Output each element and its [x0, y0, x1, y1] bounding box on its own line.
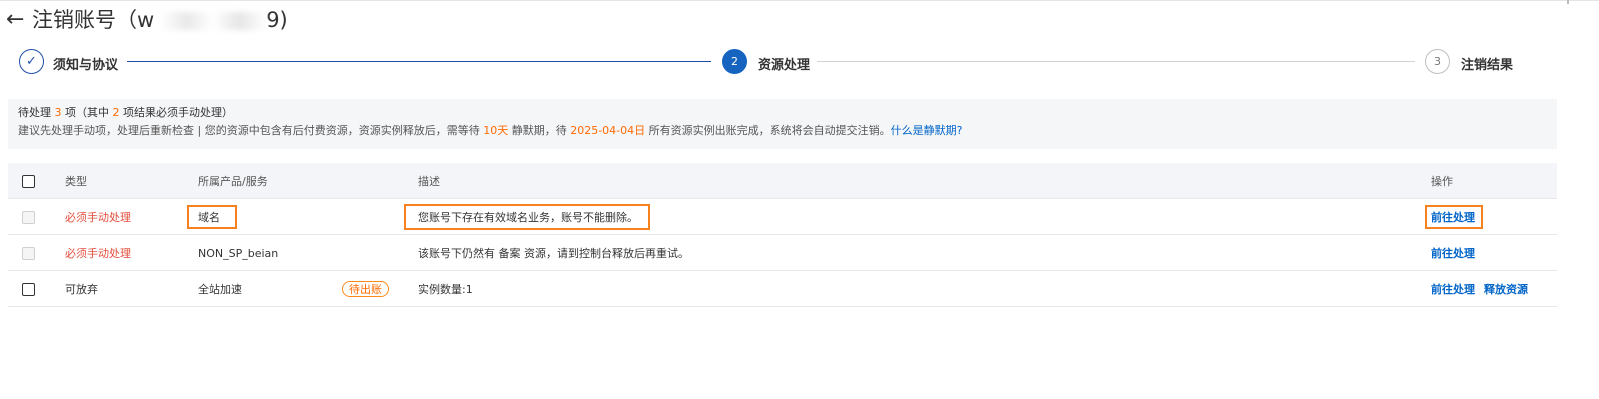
row-checkbox-cell: [22, 271, 35, 307]
pending-notice: 待处理 3 项（其中 2 项结果必须手动处理） 建议先处理手动项，处理后重新检查…: [8, 99, 1557, 149]
table-header: 类型 所属产品/服务 描述 操作: [8, 163, 1557, 199]
arrow-left-icon[interactable]: ←: [6, 9, 32, 31]
row-checkbox-cell: [22, 199, 35, 235]
row-actions: 前往处理: [1431, 235, 1475, 271]
blur-mask: [160, 12, 267, 30]
release-resource-button[interactable]: 释放资源: [1484, 281, 1528, 297]
pending-suffix: 项结果必须手动处理）: [119, 106, 233, 119]
page-title: 注销账号（w 9): [32, 6, 288, 34]
go-handle-button[interactable]: 前往处理: [1431, 245, 1475, 261]
step-connector-pending: [817, 61, 1415, 62]
step-label-resources: 资源处理: [758, 58, 811, 73]
table-row: 必须手动处理 NON_SP_beian 该账号下仍然有 备案 资源，请到控制台释…: [8, 235, 1557, 271]
settle-date: 2025-04-04日: [570, 124, 646, 137]
row-checkbox-cell: [22, 235, 35, 271]
row-desc: 实例数量:1: [418, 283, 473, 296]
step-number-2: 2: [722, 49, 747, 74]
silent-days: 10天: [483, 124, 509, 137]
header-action: 操作: [1431, 175, 1453, 188]
row-desc: 该账号下仍然有 备案 资源，请到控制台释放后再重试。: [418, 247, 689, 260]
header-product: 所属产品/服务: [198, 175, 268, 188]
top-border: [0, 0, 1599, 4]
pending-count: 3: [54, 106, 62, 119]
must-handle-count: 2: [112, 106, 120, 119]
table-row: 可放弃 全站加速 待出账 实例数量:1 前往处理 释放资源: [8, 271, 1557, 307]
scroll-marker: [1567, 0, 1569, 4]
go-handle-button[interactable]: 前往处理: [1431, 281, 1475, 297]
highlight-box-action: [1425, 205, 1483, 229]
pending-mid: 项（其中: [61, 106, 113, 119]
select-all-checkbox[interactable]: [22, 174, 35, 188]
row-type: 必须手动处理: [65, 247, 131, 260]
info-part3: 所有资源实例出账完成，系统将会自动提交注销。: [645, 124, 891, 137]
silent-period-link[interactable]: 什么是静默期?: [891, 124, 963, 137]
page-title-text: 注销账号（w: [32, 8, 155, 32]
step-number-3: 3: [1425, 49, 1450, 74]
highlight-box-desc: [404, 204, 650, 230]
silent-period-info: 建议先处理手动项，处理后重新检查 | 您的资源中包含有后付费资源，资源实例释放后…: [18, 124, 1547, 138]
header-type: 类型: [65, 175, 87, 188]
row-product: NON_SP_beian: [198, 246, 279, 260]
info-part2: 静默期，待: [508, 124, 571, 137]
info-part1: 建议先处理手动项，处理后重新检查 | 您的资源中包含有后付费资源，资源实例释放后…: [18, 124, 484, 137]
row-type: 必须手动处理: [65, 211, 131, 224]
step-label-agreement: 须知与协议: [53, 58, 119, 73]
page-title-end: 9): [266, 8, 288, 32]
progress-steps: ✓ 须知与协议 2 资源处理 3 注销结果: [19, 49, 1534, 75]
highlight-box-product: [187, 205, 237, 229]
step-label-result: 注销结果: [1461, 58, 1514, 73]
header-desc: 描述: [418, 175, 440, 188]
table-row: 必须手动处理 域名 您账号下存在有效域名业务，账号不能删除。 前往处理: [8, 199, 1557, 235]
row-checkbox[interactable]: [22, 210, 35, 224]
step-connector-done: [127, 61, 711, 62]
row-checkbox[interactable]: [22, 282, 35, 296]
pending-prefix: 待处理: [18, 106, 55, 119]
row-product: 全站加速: [198, 283, 242, 296]
check-icon: ✓: [19, 49, 44, 74]
select-all-cell: [22, 163, 35, 199]
row-type: 可放弃: [65, 283, 98, 296]
row-actions: 前往处理 释放资源: [1431, 271, 1528, 307]
resource-table: 类型 所属产品/服务 描述 操作 必须手动处理 域名 您账号下存在有效域名业务，…: [8, 163, 1557, 307]
page-header: ← 注销账号（w 9): [6, 6, 288, 34]
status-badge: 待出账: [342, 281, 389, 297]
row-checkbox[interactable]: [22, 246, 35, 260]
pending-summary: 待处理 3 项（其中 2 项结果必须手动处理）: [18, 106, 1547, 120]
